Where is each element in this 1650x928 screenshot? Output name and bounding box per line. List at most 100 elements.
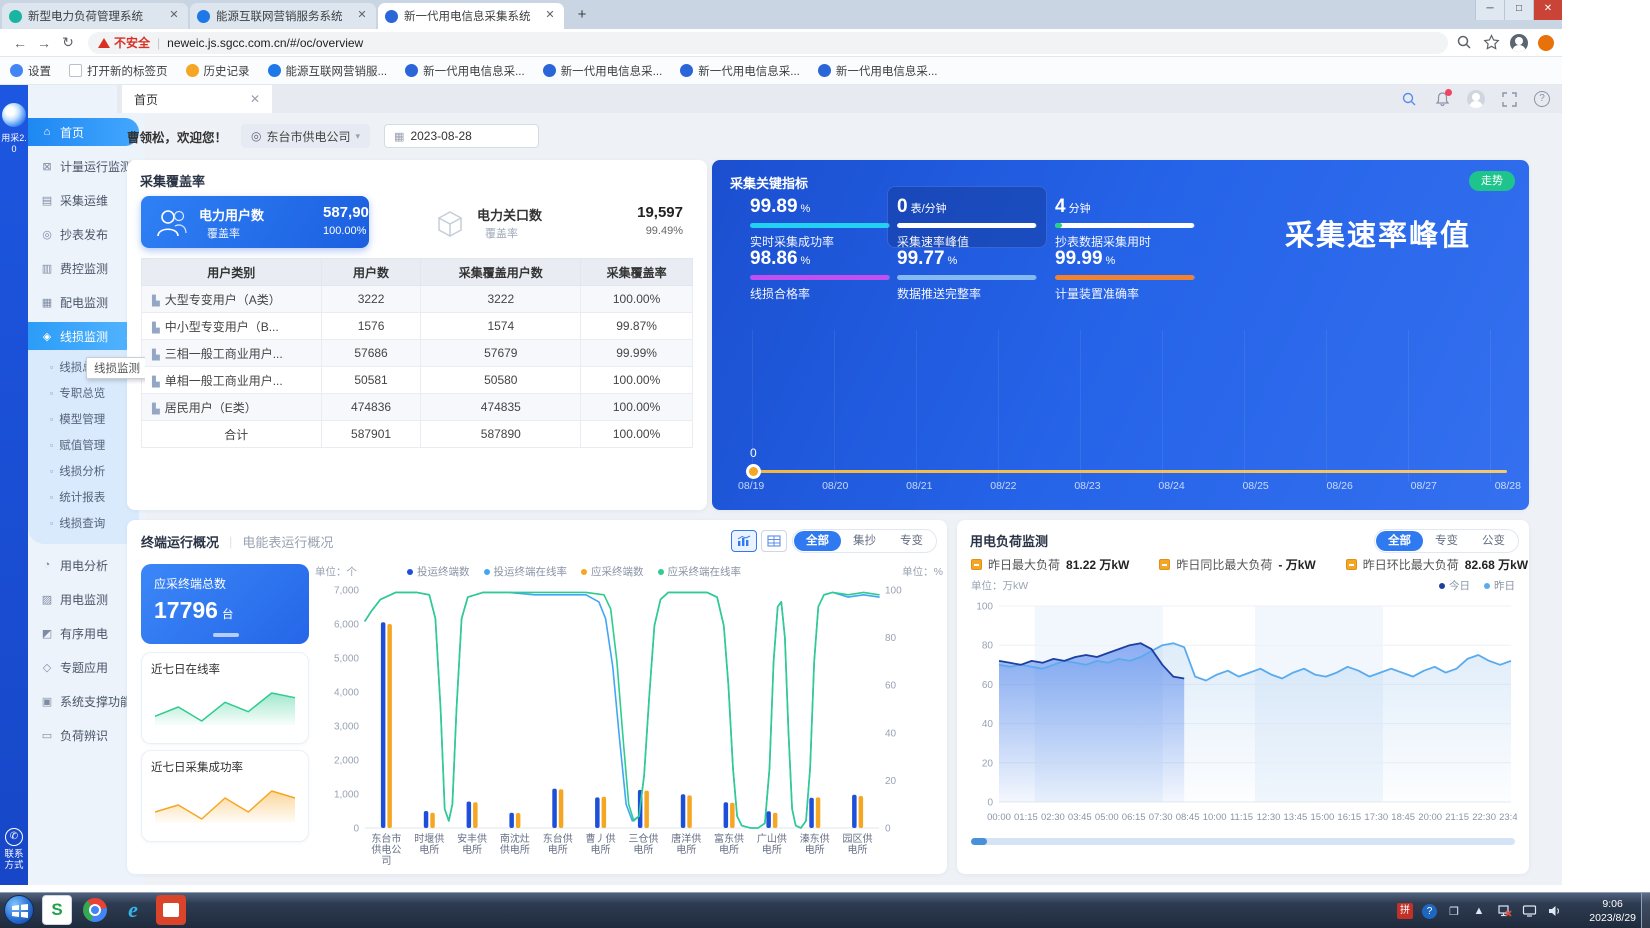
bookmark-1[interactable]: 打开新的标签页 — [69, 63, 168, 79]
power-gateways-card[interactable]: 电力关口数 覆盖率 19,597 99.49% — [427, 196, 693, 248]
terminal-filter-1[interactable]: 集抄 — [841, 531, 888, 551]
svg-text:08:45: 08:45 — [1176, 812, 1200, 823]
table-view-toggle[interactable] — [761, 530, 787, 552]
bookmark-5[interactable]: 新一代用电信息采... — [543, 63, 663, 79]
svg-text:00:00: 00:00 — [987, 812, 1011, 823]
display-icon[interactable] — [1521, 903, 1537, 919]
date-picker[interactable]: ▦ 2023-08-28 — [384, 124, 539, 148]
security-warning-label[interactable]: 不安全 — [114, 34, 150, 51]
bookmark-4[interactable]: 新一代用电信息采... — [405, 63, 525, 79]
metering-icon: ⊠ — [40, 160, 54, 173]
bookmark-0[interactable]: 设置 — [10, 63, 51, 79]
start-orb-icon[interactable] — [4, 895, 34, 925]
browser-tab-1[interactable]: 能源互联网营销服务系统✕ — [190, 3, 376, 29]
page-tab-home[interactable]: 首页 ✕ — [122, 85, 272, 113]
bookmark-3[interactable]: 能源互联网营销服... — [268, 63, 388, 79]
scrollbar-thumb[interactable] — [971, 838, 987, 845]
table-cell: 100.00% — [581, 367, 693, 394]
online-rate-card[interactable]: 近七日在线率 — [141, 652, 309, 744]
page-tab-close-icon[interactable]: ✕ — [250, 92, 260, 106]
chrome-icon[interactable] — [80, 895, 110, 925]
minimize-button[interactable]: ─ — [1475, 0, 1504, 20]
svg-text:100: 100 — [976, 602, 993, 613]
bookmark-7[interactable]: 新一代用电信息采... — [818, 63, 938, 79]
tab-close-icon[interactable]: ✕ — [167, 9, 181, 23]
trend-button[interactable]: 走势 — [1469, 171, 1515, 191]
reload-icon[interactable]: ↻ — [56, 34, 80, 51]
taskbar-clock[interactable]: 9:06 2023/8/29 — [1589, 897, 1636, 925]
table-cell: 1576 — [321, 313, 421, 340]
tab-close-icon[interactable]: ✕ — [355, 9, 369, 23]
bookmark-star-icon[interactable] — [1483, 34, 1500, 51]
power-users-sublabel: 覆盖率 — [207, 225, 240, 241]
terminal-filter-0[interactable]: 全部 — [794, 531, 841, 551]
load-chart-scrollbar[interactable] — [971, 838, 1515, 845]
notification-bell-icon[interactable] — [1434, 91, 1451, 108]
new-tab-button[interactable]: + — [570, 4, 594, 28]
contact-widget[interactable]: ✆ 联系 方式 — [0, 828, 28, 871]
table-cell: ▙三相一般工商业用户... — [142, 340, 322, 367]
table-row: ▙三相一般工商业用户...576865767999.99% — [142, 340, 693, 367]
power-users-card[interactable]: 电力用户数 覆盖率 587,901 100.00% — [141, 196, 369, 248]
load-filter-0[interactable]: 全部 — [1376, 531, 1423, 551]
svg-text:07:30: 07:30 — [1149, 812, 1173, 823]
terminal-filter-2[interactable]: 专变 — [888, 531, 935, 551]
chart-view-toggle[interactable] — [731, 530, 757, 552]
indicators-title: 采集关键指标 — [730, 173, 808, 192]
org-selector[interactable]: ◎ 东台市供电公司 ▾ — [241, 124, 370, 148]
browser-update-icon[interactable] — [1538, 35, 1554, 51]
help-icon[interactable]: ? — [1534, 91, 1550, 107]
load-title: 用电负荷监测 — [970, 531, 1048, 550]
load-filter-1[interactable]: 专变 — [1423, 531, 1470, 551]
search-icon[interactable] — [1401, 91, 1418, 108]
maximize-button[interactable]: □ — [1504, 0, 1533, 20]
load-stat-0: 昨日最大负荷81.22 万kW — [971, 556, 1129, 573]
x-category-label: 时堰供电所 — [408, 834, 451, 867]
bookmark-label: 新一代用电信息采... — [836, 63, 938, 79]
window-stack-icon[interactable]: ❐ — [1446, 903, 1462, 919]
user-avatar-icon[interactable] — [1467, 90, 1485, 108]
fullscreen-icon[interactable] — [1501, 91, 1518, 108]
timeline-marker[interactable] — [746, 464, 761, 479]
network-error-icon[interactable] — [1496, 903, 1512, 919]
browser-tab-0[interactable]: 新型电力负荷管理系统✕ — [2, 3, 188, 29]
success-rate-card[interactable]: 近七日采集成功率 — [141, 750, 309, 842]
browser-tab-2[interactable]: 新一代用电信息采集系统✕ — [378, 3, 564, 29]
svg-text:11:15: 11:15 — [1230, 812, 1253, 823]
metric-value: 99.89% — [750, 196, 900, 218]
bookmark-2[interactable]: 历史记录 — [186, 63, 250, 79]
welcome-text: 曹领松，欢迎您！ — [127, 127, 227, 146]
zoom-icon[interactable] — [1456, 34, 1473, 51]
browser-profile-icon[interactable] — [1510, 34, 1528, 52]
ie-icon[interactable]: e — [118, 895, 148, 925]
url-text[interactable]: neweic.js.sgcc.com.cn/#/oc/overview — [167, 36, 363, 50]
tab-meter-overview[interactable]: 电能表运行概况 — [242, 532, 333, 551]
svg-text:20: 20 — [982, 758, 994, 769]
bookmark-6[interactable]: 新一代用电信息采... — [680, 63, 800, 79]
browser-tab-title: 新一代用电信息采集系统 — [404, 8, 543, 24]
terminal-total-card[interactable]: 应采终端总数 17796台 — [141, 564, 309, 644]
metric-3: 98.86%线损合格率 — [750, 248, 900, 302]
tab-close-icon[interactable]: ✕ — [543, 9, 557, 23]
table-cell: 57686 — [321, 340, 421, 367]
load-chart: 02040608010000:0001:1502:3003:4505:0006:… — [965, 592, 1517, 842]
load-filter-2[interactable]: 公变 — [1470, 531, 1517, 551]
back-icon[interactable]: ← — [8, 35, 32, 51]
ime-icon[interactable]: 拼 — [1397, 903, 1413, 919]
svg-text:40: 40 — [885, 728, 897, 739]
wpp-icon[interactable] — [156, 895, 186, 925]
timeline-track[interactable] — [752, 470, 1507, 473]
coverage-table: 用户类别用户数采集覆盖用户数采集覆盖率 ▙大型专变用户（A类）322232221… — [141, 258, 693, 448]
load-legend-item-0[interactable]: 今日 — [1439, 578, 1470, 593]
show-desktop-button[interactable] — [1641, 893, 1650, 928]
wps-icon[interactable]: S — [42, 895, 72, 925]
close-button[interactable]: ✕ — [1533, 0, 1562, 20]
tab-terminal-overview[interactable]: 终端运行概况 — [141, 532, 219, 551]
address-bar[interactable]: 不安全 | neweic.js.sgcc.com.cn/#/oc/overvie… — [88, 32, 1448, 54]
volume-icon[interactable] — [1546, 903, 1562, 919]
load-legend-item-1[interactable]: 昨日 — [1484, 578, 1515, 593]
expand-arrow-icon[interactable]: ▲ — [1471, 903, 1487, 919]
tray-help-icon[interactable]: ? — [1422, 904, 1437, 919]
forward-icon[interactable]: → — [32, 35, 56, 51]
metric-unit: 表/分钟 — [911, 203, 947, 215]
